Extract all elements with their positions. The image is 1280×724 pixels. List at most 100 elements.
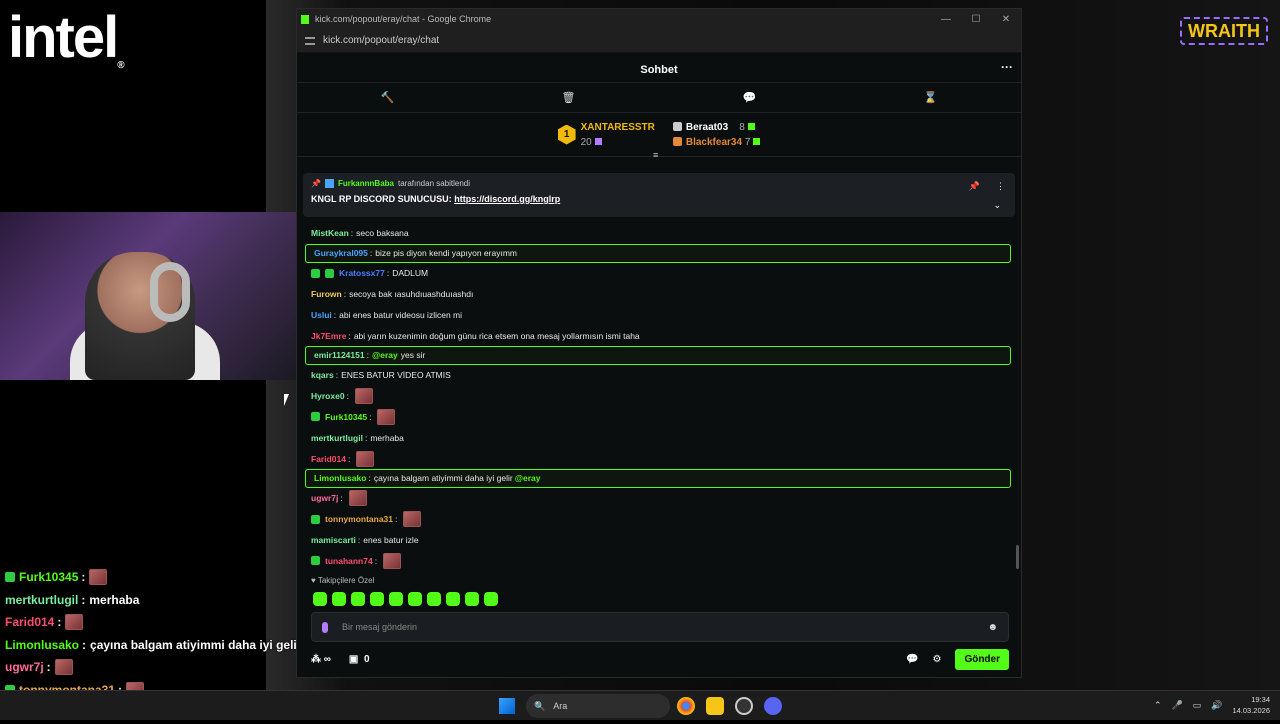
leaderboard-third-count: 7	[744, 136, 751, 148]
chat-message[interactable]: tunahann74:	[303, 550, 1015, 571]
settings-gear-icon[interactable]: ⚙	[932, 654, 941, 665]
windows-start-icon[interactable]	[499, 698, 515, 714]
network-icon[interactable]: ▭	[1193, 700, 1202, 711]
emote-button[interactable]	[389, 592, 403, 606]
chat-message[interactable]: Guraykral095: bize pis diyon kendi yapıyo…	[305, 243, 1011, 263]
send-button[interactable]: Gönder	[955, 648, 1009, 670]
emote-button[interactable]	[370, 592, 384, 606]
kick-favicon-icon	[301, 14, 309, 24]
emote-button[interactable]	[484, 592, 498, 606]
pinned-link[interactable]: https://discord.gg/knglrp	[454, 194, 560, 204]
site-info-icon[interactable]	[305, 36, 315, 45]
more-options-icon[interactable]: ···	[1001, 60, 1013, 74]
chat-message[interactable]: kqars: ENES BATUR VİDEO ATMIS	[303, 365, 1015, 386]
chat-message[interactable]: Furown: secoya bak ıasuhdıuashduıashdı	[303, 284, 1015, 305]
chat-username[interactable]: Farid014	[311, 454, 346, 464]
emote-button[interactable]	[408, 592, 422, 606]
chat-username[interactable]: mamiscarti	[311, 535, 356, 545]
file-explorer-icon[interactable]	[706, 697, 724, 715]
emote-strip	[313, 592, 498, 606]
gold-medal-icon: 1	[557, 124, 576, 145]
unpin-icon[interactable]: 📌	[969, 181, 980, 192]
chat-username[interactable]: MistKean	[311, 228, 349, 238]
leaderboard-second[interactable]: Beraat03 8	[672, 122, 761, 133]
chat-username[interactable]: Jk7Emre	[311, 331, 346, 341]
chat-message[interactable]: tonnymontana31:	[303, 509, 1015, 530]
chat-message[interactable]: mamiscarti: enes batur izle	[303, 530, 1015, 551]
gift-button[interactable]: ▣ 0	[349, 654, 370, 665]
chat-username[interactable]: Furk10345	[325, 412, 367, 422]
chrome-popout-window: kick.com/popout/eray/chat - Google Chrom…	[296, 8, 1022, 678]
chat-bubble-icon[interactable]: 💬	[659, 83, 840, 112]
emote-button[interactable]	[465, 592, 479, 606]
chat-username[interactable]: Uslui	[311, 310, 332, 320]
emote-button[interactable]	[351, 592, 365, 606]
leaderboard-third[interactable]: Blackfear34 7	[672, 136, 761, 148]
gift-leaderboard: 1 XANTARESSTR 20 Beraat03 8 Blackfear34 …	[297, 113, 1021, 160]
chat-username[interactable]: Limonlusako	[314, 473, 366, 483]
emote-button[interactable]	[332, 592, 346, 606]
chat-input[interactable]: Bir mesaj gönderin ☻	[311, 612, 1009, 642]
pinned-message[interactable]: 📌 FurkannnBaba tarafından sabitlendi KNG…	[303, 173, 1015, 217]
chevron-up-icon[interactable]: ⌃	[1154, 700, 1162, 711]
close-button[interactable]: ✕	[991, 14, 1021, 25]
chat-scrollbar[interactable]	[1016, 545, 1019, 569]
minimize-button[interactable]: —	[931, 14, 961, 25]
microphone-icon[interactable]	[322, 621, 328, 633]
collapse-leaderboard-icon[interactable]: ≡	[653, 150, 658, 160]
chat-message[interactable]: Kratossx77: DADLUM	[303, 263, 1015, 284]
chat-username[interactable]: kqars	[311, 370, 334, 380]
chat-username[interactable]: ugwr7j	[311, 493, 338, 503]
chat-username[interactable]: tonnymontana31	[325, 514, 393, 524]
pinned-by-user[interactable]: FurkannnBaba	[338, 179, 394, 188]
address-bar[interactable]: kick.com/popout/eray/chat	[297, 29, 1021, 53]
chat-username[interactable]: emir1124151	[314, 350, 365, 360]
chat-settings-bubble-icon[interactable]: 💬	[906, 654, 918, 665]
chat-message[interactable]: ugwr7j:	[303, 488, 1015, 509]
clock[interactable]: 19:34 14.03.2026	[1232, 694, 1270, 716]
maximize-button[interactable]: ☐	[961, 14, 991, 25]
ban-hammer-icon[interactable]: 🔨	[297, 83, 478, 112]
chat-username[interactable]: Kratossx77	[339, 268, 385, 278]
chrome-app-icon[interactable]	[677, 697, 695, 715]
emote-button[interactable]	[313, 592, 327, 606]
subscriber-badge-icon	[311, 412, 320, 422]
chat-username[interactable]: Guraykral095	[314, 248, 368, 258]
chat-message[interactable]: Limonlusako: çayına balgam atiyimmi daha …	[305, 468, 1011, 488]
chat-message[interactable]: emir1124151: @eray yes sir	[305, 345, 1011, 365]
taskbar-search[interactable]: 🔍 Ara	[526, 694, 670, 718]
chat-username[interactable]: mertkurtlugil	[311, 433, 363, 443]
mention-tag[interactable]: @eray	[515, 473, 541, 483]
chat-message[interactable]: Uslui: abi enes batur videosu izlicen mi	[303, 304, 1015, 325]
gem-icon	[594, 137, 602, 145]
chat-username[interactable]: Furown	[311, 289, 342, 299]
chat-message[interactable]: Farid014:	[303, 448, 1015, 469]
mention-tag[interactable]: @eray	[372, 350, 398, 360]
emote-button[interactable]	[446, 592, 460, 606]
hourglass-icon[interactable]: ⌛	[840, 83, 1021, 112]
leaderboard-first[interactable]: 1 XANTARESSTR 20	[557, 122, 655, 148]
chat-message[interactable]: Jk7Emre: abi yarın kuzenimin doğum günu r…	[303, 325, 1015, 346]
emote-image	[354, 388, 373, 405]
chat-message[interactable]: MistKean: seco baksana	[303, 223, 1015, 244]
followers-only-label: ♥ Takipçilere Özel	[311, 576, 375, 585]
overlay-chat-username: Farid014	[5, 615, 55, 630]
chat-username[interactable]: tunahann74	[325, 556, 373, 566]
volume-icon[interactable]: 🔊	[1211, 700, 1222, 711]
chat-message[interactable]: Furk10345:	[303, 407, 1015, 428]
chevron-down-icon[interactable]: ⌄	[993, 200, 1001, 211]
microphone-tray-icon[interactable]: 🎤	[1172, 700, 1183, 711]
chat-username[interactable]: Hyroxe0	[311, 391, 345, 401]
user-points-button[interactable]: ⁂ ∞	[311, 654, 331, 665]
delete-icon[interactable]: 🗑	[478, 83, 659, 112]
chat-message-text: enes batur izle	[363, 534, 419, 545]
discord-app-icon[interactable]	[764, 697, 782, 715]
obs-app-icon[interactable]	[735, 697, 753, 715]
subscriber-badge-icon	[311, 514, 320, 524]
emoji-picker-icon[interactable]: ☻	[987, 622, 998, 633]
chat-message[interactable]: mertkurtlugil: merhaba	[303, 427, 1015, 448]
emote-button[interactable]	[427, 592, 441, 606]
emote-image	[65, 614, 84, 631]
chat-message[interactable]: Hyroxe0:	[303, 386, 1015, 407]
pinned-more-icon[interactable]: ⋮	[996, 181, 1005, 192]
